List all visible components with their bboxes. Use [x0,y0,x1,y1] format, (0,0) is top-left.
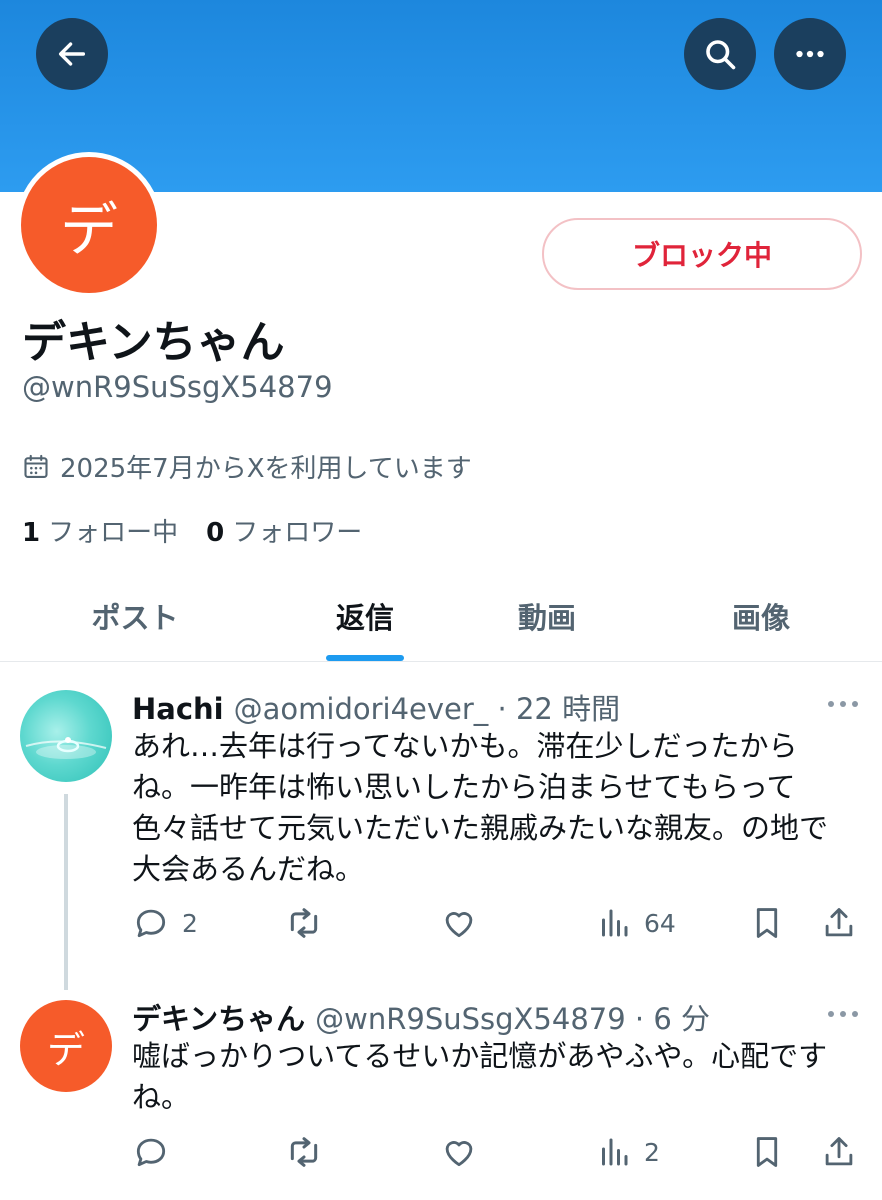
repost-button[interactable] [284,901,324,945]
more-options-button[interactable] [774,18,846,90]
author-meta: @aomidori4ever_ · 22 時間 [233,692,621,726]
reply-icon [136,909,166,938]
share-button[interactable] [820,901,858,945]
reply-count: 2 [182,908,198,938]
following-link[interactable]: 1 フォロー中 [22,512,178,549]
author-name[interactable]: Hachi [132,692,224,726]
like-icon [445,912,473,938]
bookmark-icon [756,908,778,938]
share-button[interactable] [820,1130,858,1174]
post-header: Hachi @aomidori4ever_ · 22 時間 [132,686,620,728]
following-label: フォロー中 [48,518,179,548]
post-text-line: あれ…去年は行ってないかも。滞在少しだったから [132,729,798,763]
search-button[interactable] [684,18,756,90]
more-icon [796,50,824,58]
tab-posts[interactable]: ポスト [40,570,230,662]
post-header: デキンちゃん @wnR9SuSsgX54879 · 6 分 [132,996,710,1038]
views-count: 64 [644,908,676,938]
repost-button[interactable] [284,1130,324,1174]
calendar-icon [24,454,48,478]
post-text-line: 色々話せて元気いただいた親戚みたいな親友。の地で [132,811,829,845]
post-actions: 2 64 [132,901,862,945]
like-button[interactable] [440,1130,478,1174]
search-icon [706,40,736,70]
profile-banner [0,0,882,192]
user-handle: @wnR9SuSsgX54879 [22,370,333,404]
profile-avatar[interactable]: デ [16,152,162,298]
post-text-line: 嘘ばっかりついてるせいか記憶があやふや。心配です [132,1039,828,1073]
thread-connector [64,794,68,990]
bookmark-icon [756,1137,778,1167]
post-text-line: ね。一昨年は怖い思いしたから泊まらせてもらって [132,770,796,804]
avatar-initial: デ [46,1027,85,1072]
share-icon [825,1137,853,1166]
author-meta: @wnR9SuSsgX54879 · 6 分 [315,1002,710,1036]
like-button[interactable] [440,901,478,945]
back-arrow-icon [58,42,86,66]
post-text-line: ね。 [132,1080,191,1114]
bookmark-button[interactable] [748,1130,786,1174]
views-icon [602,909,628,937]
profile-tabs: ポスト 返信 動画 画像 [0,570,882,662]
views-button[interactable]: 2 [596,1130,660,1174]
avatar[interactable]: デ [20,1000,112,1092]
tab-replies[interactable]: 返信 [270,570,460,662]
active-tab-indicator [326,655,404,661]
share-icon [825,908,853,937]
followers-link[interactable]: 0 フォロワー [206,512,362,549]
post-text-line: 大会あるんだね。 [132,852,365,886]
post-more-icon[interactable] [826,1004,860,1024]
ring-photo-icon [25,737,107,759]
tab-images[interactable]: 画像 [666,570,856,662]
following-count: 1 [22,518,41,548]
reply-icon [136,1138,166,1167]
views-count: 2 [644,1137,660,1167]
reply-button[interactable]: 2 [132,901,198,945]
blocked-button[interactable]: ブロック中 [542,218,862,290]
repost-icon [290,1137,318,1167]
display-name: デキンちゃん [22,317,285,368]
reply-button[interactable] [132,1130,170,1174]
post-actions: 2 [132,1130,862,1174]
followers-count: 0 [206,518,225,548]
repost-icon [290,908,318,938]
join-date: 2025年7月からXを利用しています [22,448,472,485]
post-more-icon[interactable] [826,694,860,714]
tab-videos[interactable]: 動画 [452,570,642,662]
views-button[interactable]: 64 [596,901,676,945]
avatar-initial: デ [59,196,118,264]
back-button[interactable] [36,18,108,90]
bookmark-button[interactable] [748,901,786,945]
join-date-text: 2025年7月からXを利用しています [60,454,472,484]
avatar[interactable] [20,690,112,782]
views-icon [602,1138,628,1166]
post-text: 嘘ばっかりついてるせいか記憶があやふや。心配です ね。 [132,1036,862,1118]
like-icon [445,1141,473,1167]
author-name[interactable]: デキンちゃん [132,996,305,1038]
followers-label: フォロワー [232,518,363,548]
follow-stats: 1 フォロー中 0 フォロワー [22,512,362,549]
post-text: あれ…去年は行ってないかも。滞在少しだったから ね。一昨年は怖い思いしたから泊ま… [132,726,862,890]
